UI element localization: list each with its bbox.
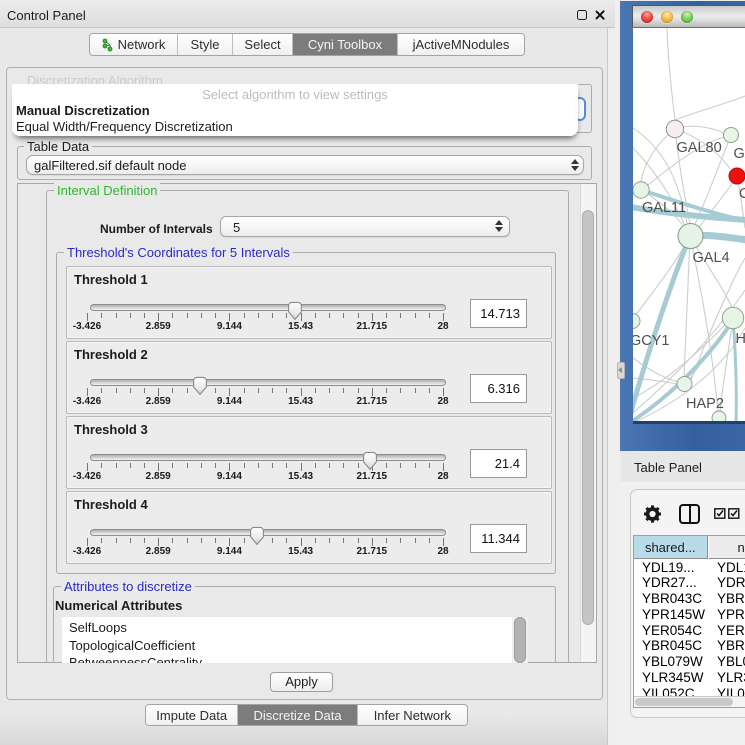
svg-text:GCY1: GCY1 xyxy=(633,333,670,349)
svg-text:GAL4: GAL4 xyxy=(693,250,730,266)
svg-text:H: H xyxy=(736,331,745,347)
svg-text:GAL11: GAL11 xyxy=(642,200,686,216)
svg-text:GAL80: GAL80 xyxy=(677,140,722,156)
svg-text:C: C xyxy=(739,186,745,202)
svg-text:HAP2: HAP2 xyxy=(686,396,724,412)
svg-text:GA: GA xyxy=(734,146,745,162)
